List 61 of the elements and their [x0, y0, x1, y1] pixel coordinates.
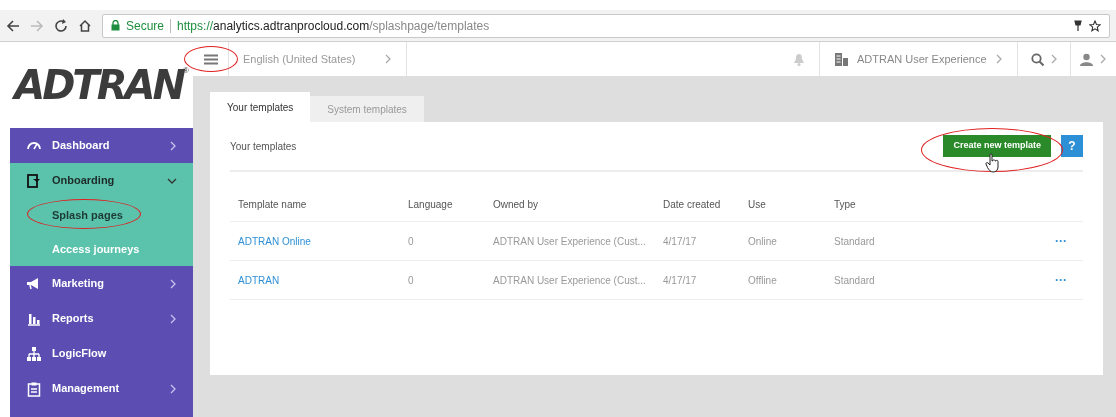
table-cell-text: 4/17/17 [663, 234, 698, 249]
language-selector[interactable]: English (United States) [229, 42, 407, 76]
column-header: Template name [238, 198, 308, 212]
chevron-right-icon [1099, 54, 1107, 64]
url-text: https://analytics.adtranprocloud.com/splashpage/templates [177, 17, 490, 35]
logo: ADTRAN® [14, 65, 189, 105]
chevron-down-icon [167, 176, 177, 185]
more-actions-button[interactable]: ··· [1055, 232, 1067, 250]
column-header: Use [748, 198, 767, 212]
more-actions-button[interactable]: ··· [1055, 271, 1067, 289]
table-cell-text: ADTRAN User Experience (Cust... [493, 273, 647, 288]
sidebar-item[interactable]: Marketing [10, 266, 193, 301]
chevron-right-icon [384, 54, 392, 64]
chevron-right-icon [995, 54, 1003, 64]
table-cell-text: 4/17/17 [663, 273, 698, 288]
back-icon[interactable] [6, 18, 20, 33]
chevron-right-icon [169, 313, 177, 324]
table-cell-text: Online [748, 234, 778, 249]
account-selector[interactable]: ADTRAN User Experience [820, 42, 1018, 76]
sidebar-item[interactable]: Reports [10, 301, 193, 336]
help-button[interactable]: ? [1061, 135, 1083, 157]
table-cell-text: ADTRAN User Experience (Cust... [493, 234, 647, 249]
star-icon[interactable] [1089, 19, 1101, 32]
column-header: Owned by [493, 198, 540, 212]
chevron-right-icon [169, 140, 177, 151]
hand-cursor-icon [985, 153, 1001, 173]
table-cell-text: 0 [408, 273, 415, 288]
chevron-right-icon [169, 278, 177, 289]
submenu-item[interactable]: Splash pages [10, 198, 193, 232]
table-cell-text: Offline [748, 273, 778, 288]
phone-funnel-icon [26, 172, 42, 189]
home-icon[interactable] [78, 18, 92, 33]
clipboard-icon [26, 380, 42, 397]
sidebar-item[interactable]: Dashboard [10, 128, 193, 163]
chevron-right-icon [169, 383, 177, 394]
menu-icon [203, 53, 218, 65]
pin-icon[interactable] [1073, 19, 1083, 32]
create-template-button[interactable]: Create new template [943, 135, 1051, 157]
table-cell-text: Standard [834, 234, 876, 249]
column-header: Type [834, 198, 857, 212]
lock-icon [111, 20, 120, 31]
building-icon [834, 52, 849, 66]
template-link[interactable]: ADTRAN Online [238, 233, 408, 249]
hierarchy-icon [26, 345, 42, 362]
tab[interactable]: Your templates [210, 92, 311, 122]
chevron-right-icon [1049, 54, 1058, 64]
tab[interactable]: System templates [310, 96, 424, 122]
column-header: Language [408, 198, 454, 212]
address-bar[interactable]: Secure https://analytics.adtranprocloud.com/splashpage/templates [102, 13, 1110, 38]
sidebar-item[interactable]: LogicFlow [10, 336, 193, 371]
card-title: Your templates [230, 139, 298, 154]
column-header: Date created [663, 198, 722, 212]
user-icon [1080, 52, 1093, 66]
sidebar-item[interactable]: Onboarding [10, 163, 193, 198]
search-icon [1030, 52, 1044, 66]
sidebar-item[interactable]: Management [10, 371, 193, 406]
secure-label: Secure [126, 17, 165, 35]
table-cell-text: 0 [408, 234, 415, 249]
template-link[interactable]: ADTRAN [238, 272, 408, 288]
reload-icon[interactable] [54, 18, 68, 33]
table-cell-text: Standard [834, 273, 876, 288]
